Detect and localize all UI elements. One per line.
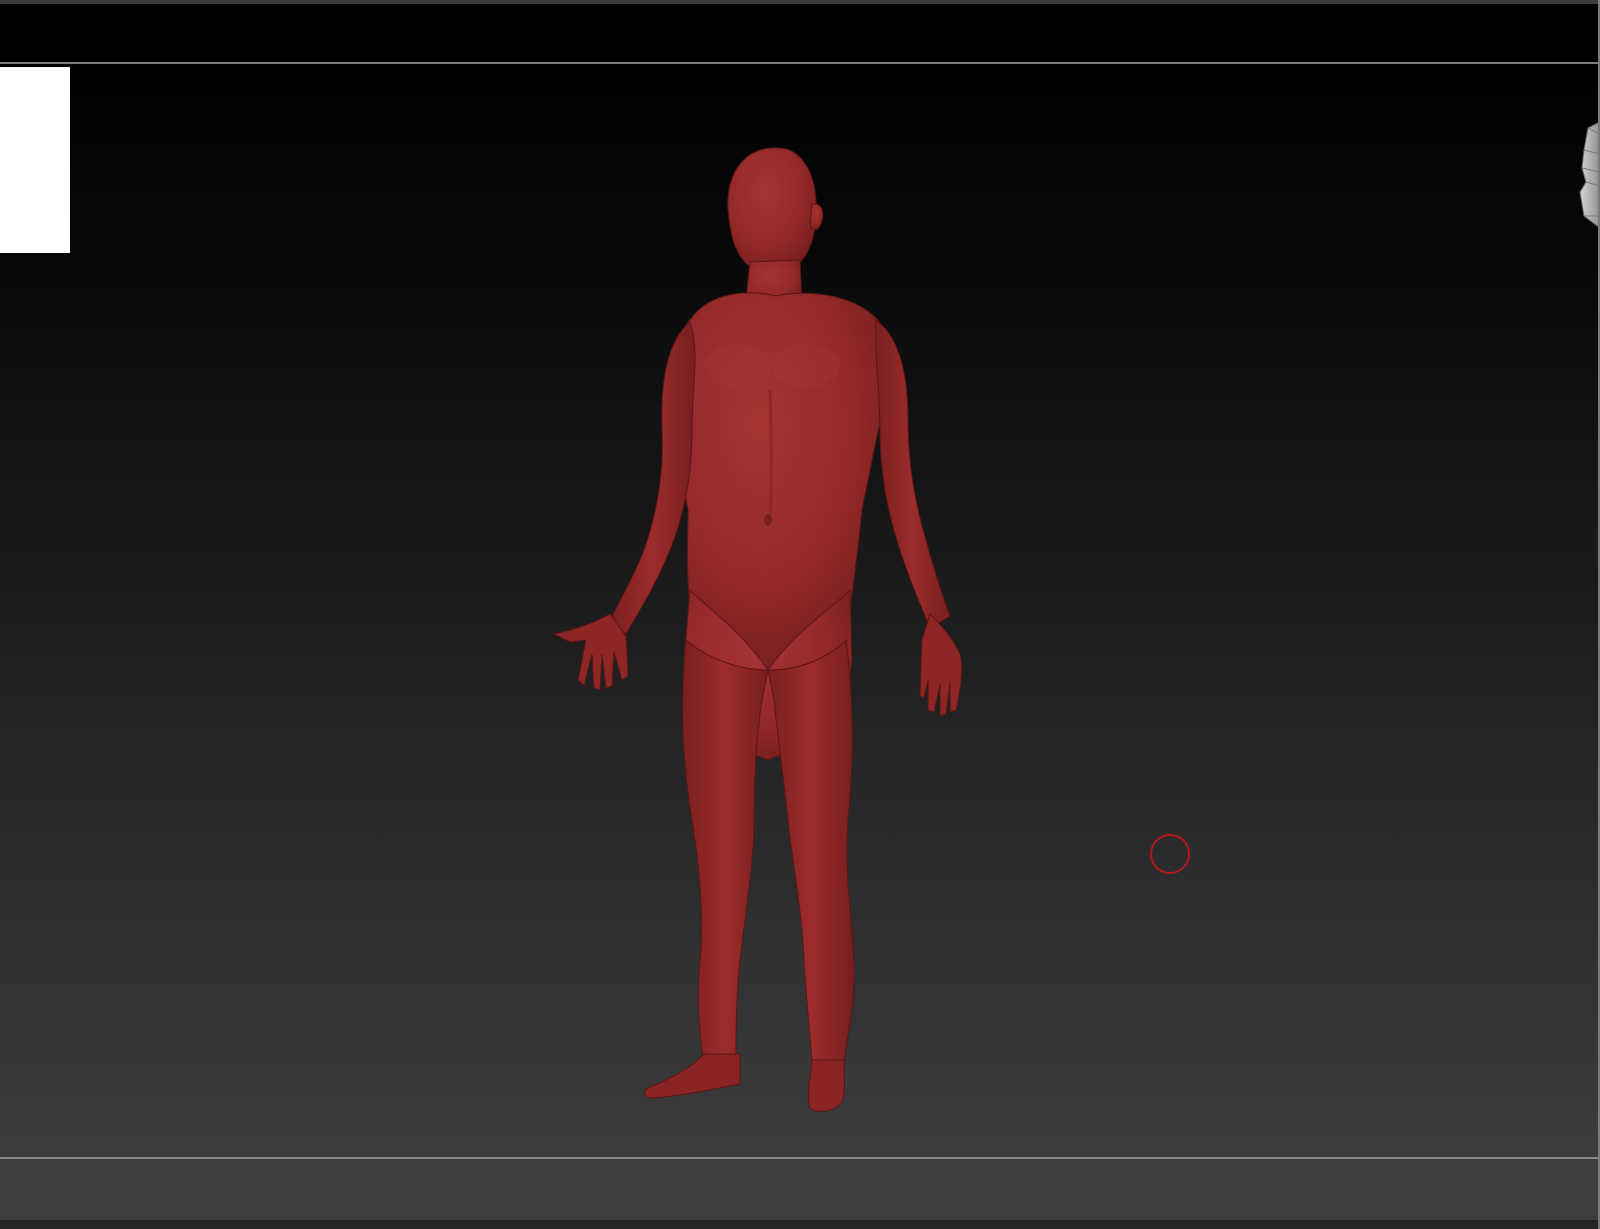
- sculpt-app-window: [0, 0, 1600, 1229]
- top-toolbar: [0, 4, 1598, 62]
- left-palette-panel[interactable]: [0, 67, 70, 253]
- window-bottom-edge: [0, 1220, 1600, 1229]
- bottom-shelf: [0, 1159, 1598, 1220]
- brush-cursor-icon: [1150, 834, 1190, 874]
- view-cube-icon[interactable]: [1578, 120, 1600, 234]
- human-figure-icon[interactable]: [540, 140, 990, 1135]
